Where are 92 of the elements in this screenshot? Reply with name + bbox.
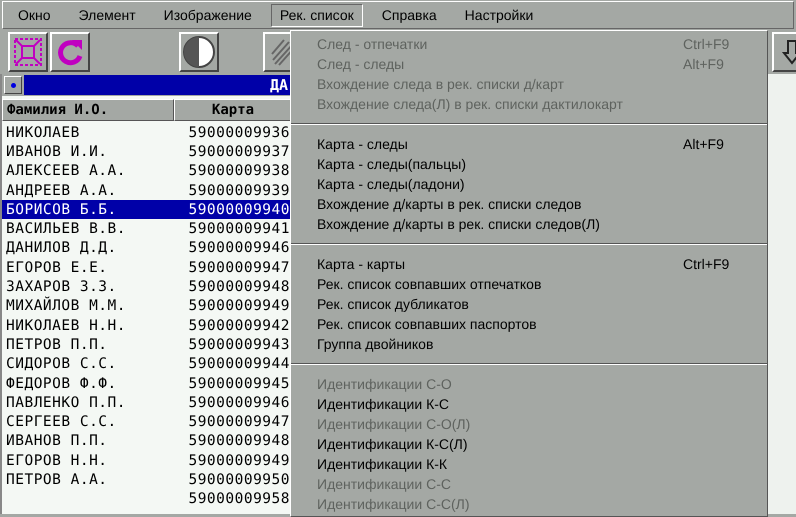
card-cell: 59000009941 — [188, 221, 290, 238]
name-cell: ФЕДОРОВ Ф.Ф. — [6, 376, 117, 392]
menu-option[interactable]: Идентификации К-К — [291, 454, 767, 474]
card-cell: 59000009948 — [188, 279, 290, 296]
table-row[interactable]: НИКОЛАЕВ 59000009936 — [2, 123, 292, 142]
table-row[interactable]: НИКОЛАЕВ Н.Н. 59000009942 — [2, 316, 292, 336]
table-row[interactable]: ЕГОРОВ Е.Е. 59000009947 — [2, 258, 292, 278]
table-row[interactable]: ФЕДОРОВ Ф.Ф. 59000009945 — [2, 374, 292, 394]
name-cell: АЛЕКСЕЕВ А.А. — [6, 163, 126, 180]
name-cell: ПАВЛЕНКО П.П. — [6, 394, 126, 411]
menu-item[interactable]: Изображение — [154, 4, 261, 26]
name-cell: НИКОЛАЕВ — [6, 124, 80, 141]
name-cell: ПЕТРОВ А.А. — [6, 472, 108, 488]
name-cell: ЕГОРОВ Е.Е. — [6, 260, 108, 276]
name-cell: ЕГОРОВ Н.Н. — [6, 452, 108, 469]
menu-option[interactable]: Карта - следы(ладони) — [291, 174, 767, 194]
name-cell: МИХАЙЛОВ М.М. — [6, 298, 126, 314]
menu-item[interactable]: Справка — [372, 4, 446, 26]
contrast-button[interactable] — [179, 32, 219, 72]
table-row[interactable]: ЗАХАРОВ З.З. 59000009948 — [2, 277, 292, 297]
name-cell: ИВАНОВ И.И. — [6, 144, 108, 160]
name-cell: ПЕТРОВ П.П. — [6, 336, 108, 353]
table-row[interactable]: СЕРГЕЕВ С.С. 59000009947 — [2, 412, 292, 432]
name-cell: ИВАНОВ П.П. — [6, 433, 108, 450]
card-cell: 59000009949 — [188, 452, 290, 469]
shortcut-text: Alt+F9 — [683, 56, 725, 72]
table-row[interactable]: АНДРЕЕВ А.А. 59000009939 — [2, 180, 292, 200]
name-cell: СИДОРОВ С.С. — [6, 356, 117, 372]
card-cell: 59000009943 — [188, 336, 290, 353]
menu-option[interactable]: Вхождение д/карты в рек. списки следов — [291, 194, 767, 214]
menu-option[interactable]: Карта - следы(пальцы) — [291, 154, 767, 174]
contrast-icon — [182, 35, 216, 69]
name-cell: ДАНИЛОВ Д.Д. — [6, 240, 117, 256]
system-button[interactable] — [4, 76, 22, 94]
name-cell: БОРИСОВ Б.Б. — [6, 202, 117, 218]
card-cell: 59000009944 — [188, 356, 290, 372]
column-header[interactable]: Карта — [174, 99, 292, 121]
table-row[interactable]: ПАВЛЕНКО П.П. 59000009946 — [2, 393, 292, 412]
rotate-button[interactable] — [50, 32, 90, 72]
menu-item[interactable]: Окно — [9, 4, 60, 26]
name-cell: СЕРГЕЕВ С.С. — [6, 414, 117, 430]
card-cell: 59000009947 — [188, 260, 290, 276]
table-row[interactable]: МИХАЙЛОВ М.М. 59000009949 — [2, 296, 292, 316]
menu-item[interactable]: Настройки — [456, 4, 542, 26]
card-cell: 59000009942 — [188, 318, 290, 334]
menu-option[interactable]: Рек. список совпавших отпечатков — [291, 274, 767, 294]
menu-option[interactable]: Рек. список дубликатов — [291, 294, 767, 314]
menu-option[interactable]: Карта - карты Ctrl+F9 — [291, 254, 767, 274]
card-cell: 59000009938 — [188, 163, 290, 180]
table-row[interactable]: ИВАНОВ П.П. 59000009948 — [2, 432, 292, 452]
card-cell: 59000009946 — [188, 240, 290, 256]
card-cell: 59000009949 — [188, 298, 290, 314]
table-row[interactable]: ВАСИЛЬЕВ В.В. 59000009941 — [2, 219, 292, 239]
menu-option[interactable]: Вхождение д/карты в рек. списки следов(Л) — [291, 214, 767, 234]
shortcut-text: Ctrl+F9 — [683, 36, 730, 52]
table-row[interactable]: ЕГОРОВ Н.Н. 59000009949 — [2, 451, 292, 470]
table-row[interactable]: БОРИСОВ Б.Б. 59000009940 — [2, 200, 292, 220]
table-row[interactable]: АЛЕКСЕЕВ А.А. 59000009938 — [2, 162, 292, 181]
card-cell: 59000009946 — [188, 394, 290, 411]
menu-option[interactable]: Рек. список совпавших паспортов — [291, 314, 767, 334]
down-arrow-icon — [782, 39, 796, 65]
column-header[interactable]: Фамилия И.О. — [2, 99, 174, 121]
menu-item[interactable]: Элемент — [70, 4, 145, 26]
name-cell: ЗАХАРОВ З.З. — [6, 279, 117, 296]
table-row[interactable]: ПЕТРОВ А.А. 59000009950 — [2, 470, 292, 490]
menu-item[interactable]: Рек. список — [270, 4, 363, 26]
shortcut-text: Ctrl+F9 — [683, 256, 730, 272]
table-row[interactable]: СИДОРОВ С.С. 59000009944 — [2, 354, 292, 374]
card-cell: 59000009936 — [188, 124, 290, 141]
menu-option[interactable]: Идентификации К-С — [291, 394, 767, 414]
name-cell: НИКОЛАЕВ Н.Н. — [6, 318, 126, 334]
card-cell: 59000009940 — [188, 202, 290, 218]
shortcut-text: Alt+F9 — [683, 136, 725, 152]
name-cell: ВАСИЛЬЕВ В.В. — [6, 221, 126, 238]
card-cell: 59000009939 — [188, 182, 290, 199]
card-cell: 59000009945 — [188, 376, 290, 392]
menu-option[interactable]: Группа двойников — [291, 334, 767, 354]
table-row[interactable]: ИВАНОВ И.И. 59000009937 — [2, 142, 292, 162]
title-text: ДА — [24, 75, 292, 95]
table-row[interactable]: 59000009958 — [2, 490, 292, 509]
table-row[interactable]: ПЕТРОВ П.П. 59000009943 — [2, 335, 292, 355]
fit-button[interactable] — [8, 32, 48, 72]
card-cell: 59000009948 — [188, 433, 290, 450]
menu-option[interactable]: Идентификации К-С(Л) — [291, 434, 767, 454]
card-cell: 59000009958 — [188, 491, 290, 508]
menu-option[interactable]: Карта - следы Alt+F9 — [291, 134, 767, 154]
name-cell: АНДРЕЕВ А.А. — [6, 182, 117, 199]
card-cell: 59000009937 — [188, 144, 290, 160]
table-row[interactable]: ДАНИЛОВ Д.Д. 59000009946 — [2, 238, 292, 258]
expand-icon — [12, 36, 44, 68]
card-cell: 59000009950 — [188, 472, 290, 488]
card-cell: 59000009947 — [188, 414, 290, 430]
